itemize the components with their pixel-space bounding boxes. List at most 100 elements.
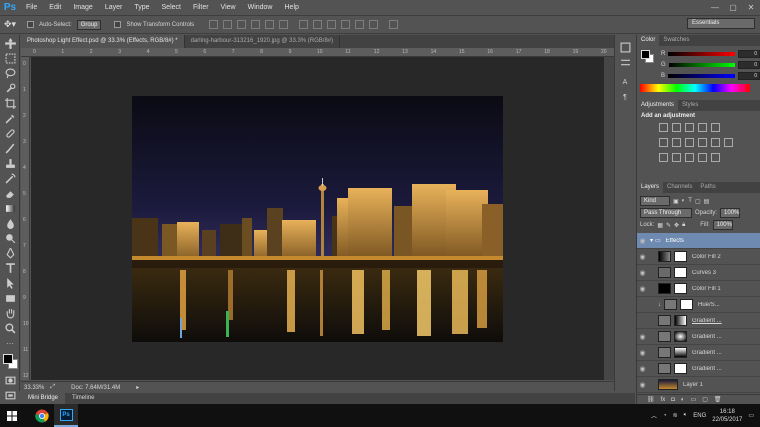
- visibility-eye-icon[interactable]: ◉: [637, 381, 648, 389]
- filter-shape-icon[interactable]: ▢: [695, 198, 701, 205]
- brush-tool-icon[interactable]: [3, 141, 17, 155]
- workspace-dropdown[interactable]: Essentials: [687, 18, 755, 29]
- character-panel-icon[interactable]: A: [618, 75, 632, 89]
- clone-stamp-tool-icon[interactable]: [3, 156, 17, 170]
- transform-controls-checkbox[interactable]: [114, 21, 122, 28]
- menu-window[interactable]: Window: [242, 0, 279, 15]
- lock-paint-icon[interactable]: ✎: [666, 222, 671, 229]
- align-top-icon[interactable]: [209, 20, 219, 29]
- type-tool-icon[interactable]: [3, 261, 17, 275]
- close-button[interactable]: ✕: [742, 0, 760, 15]
- tab-color[interactable]: Color: [637, 35, 660, 46]
- layer-row[interactable]: ◉ Curves 3: [637, 265, 760, 281]
- lock-all-icon[interactable]: 🔒︎: [682, 222, 685, 229]
- tab-adjustments[interactable]: Adjustments: [637, 100, 679, 111]
- notifications-icon[interactable]: ▭: [748, 412, 754, 419]
- color-slider-b[interactable]: B0: [637, 70, 760, 81]
- lock-pixels-icon[interactable]: ▦: [657, 222, 663, 229]
- layer-row[interactable]: ◉ Color Fill 2: [637, 249, 760, 265]
- dodge-tool-icon[interactable]: [3, 231, 17, 245]
- eraser-tool-icon[interactable]: [3, 186, 17, 200]
- chrome-taskbar-icon[interactable]: [30, 404, 54, 427]
- visibility-eye-icon[interactable]: ◉: [637, 333, 648, 341]
- opacity-input[interactable]: 100%: [720, 208, 741, 218]
- layer-group-effects[interactable]: ◉ ▾ ▭ Effects: [637, 233, 760, 249]
- status-arrow-icon[interactable]: ▸: [136, 384, 139, 391]
- layer-name[interactable]: Hue/S...: [698, 302, 720, 308]
- color-slider-r[interactable]: R0: [637, 48, 760, 59]
- curves-icon[interactable]: [685, 123, 694, 132]
- minimize-button[interactable]: —: [706, 0, 724, 15]
- zoom-tool-icon[interactable]: [3, 321, 17, 335]
- crop-tool-icon[interactable]: [3, 96, 17, 110]
- tab-darling-harbour[interactable]: darling-harbour-313216_1920.jpg @ 33.3% …: [185, 35, 341, 48]
- new-adjustment-icon[interactable]: ◐: [681, 397, 685, 403]
- color-fg-swatch[interactable]: [641, 50, 650, 59]
- layer-name[interactable]: Layer 1: [683, 382, 703, 388]
- blur-tool-icon[interactable]: [3, 216, 17, 230]
- properties-panel-icon[interactable]: [618, 55, 632, 69]
- hue-saturation-icon[interactable]: [659, 138, 668, 147]
- menu-image[interactable]: Image: [67, 0, 98, 15]
- hand-tool-icon[interactable]: [3, 306, 17, 320]
- distribute-middle-icon[interactable]: [313, 20, 323, 29]
- menu-edit[interactable]: Edit: [43, 0, 67, 15]
- maximize-button[interactable]: ▢: [724, 0, 742, 15]
- fill-input[interactable]: 100%: [712, 220, 733, 230]
- filter-smart-icon[interactable]: ▤: [704, 198, 710, 205]
- tab-timeline[interactable]: Timeline: [65, 393, 101, 404]
- visibility-eye-icon[interactable]: ◉: [637, 285, 648, 293]
- expand-group-icon[interactable]: ▾: [650, 237, 653, 244]
- menu-filter[interactable]: Filter: [187, 0, 215, 15]
- align-right-icon[interactable]: [279, 20, 289, 29]
- distribute-bottom-icon[interactable]: [327, 20, 337, 29]
- color-slider-g[interactable]: G0: [637, 59, 760, 70]
- volume-icon[interactable]: 🔈︎: [684, 412, 688, 419]
- wifi-icon[interactable]: ≋: [673, 412, 678, 419]
- pen-tool-icon[interactable]: [3, 246, 17, 260]
- healing-brush-tool-icon[interactable]: [3, 126, 17, 140]
- photo-filter-icon[interactable]: [698, 138, 707, 147]
- vibrance-icon[interactable]: [711, 123, 720, 132]
- foreground-color-swatch[interactable]: [3, 354, 13, 364]
- gradient-tool-icon[interactable]: [3, 201, 17, 215]
- distribute-left-icon[interactable]: [341, 20, 351, 29]
- marquee-tool-icon[interactable]: [3, 51, 17, 65]
- distribute-right-icon[interactable]: [369, 20, 379, 29]
- history-brush-tool-icon[interactable]: [3, 171, 17, 185]
- photoshop-taskbar-icon[interactable]: Ps: [54, 404, 78, 427]
- layer-row[interactable]: ◉ Gradient ...: [637, 345, 760, 361]
- layer-row[interactable]: ◉ Gradient ...: [637, 361, 760, 377]
- more-tools-icon[interactable]: ···: [3, 336, 17, 350]
- action-center-icon[interactable]: ◔: [663, 413, 667, 419]
- channel-mixer-icon[interactable]: [711, 138, 720, 147]
- brightness-contrast-icon[interactable]: [659, 123, 668, 132]
- new-layer-icon[interactable]: ▢: [702, 396, 708, 403]
- filter-pixel-icon[interactable]: ▣: [673, 198, 679, 205]
- tab-mini-bridge[interactable]: Mini Bridge: [21, 393, 66, 404]
- eyedropper-tool-icon[interactable]: [3, 111, 17, 125]
- blend-mode-dropdown[interactable]: Pass Through: [640, 208, 692, 218]
- align-bottom-icon[interactable]: [237, 20, 247, 29]
- auto-align-icon[interactable]: [389, 20, 399, 29]
- layer-row[interactable]: ◉ Layer 1: [637, 377, 760, 393]
- tab-swatches[interactable]: Swatches: [659, 35, 693, 46]
- export-icon[interactable]: ⤢: [50, 384, 55, 391]
- menu-view[interactable]: View: [215, 0, 242, 15]
- layer-name[interactable]: Gradient ...: [692, 334, 722, 340]
- color-lookup-icon[interactable]: [724, 138, 733, 147]
- color-spectrum[interactable]: [640, 84, 750, 92]
- visibility-eye-icon[interactable]: ◉: [637, 365, 648, 373]
- distribute-center-icon[interactable]: [355, 20, 365, 29]
- layer-name[interactable]: Color Fill 2: [692, 254, 721, 260]
- lasso-tool-icon[interactable]: [3, 66, 17, 80]
- document-image-night-city[interactable]: [132, 96, 503, 342]
- layer-filter-dropdown[interactable]: Kind: [640, 196, 670, 206]
- lock-position-icon[interactable]: ✥: [674, 222, 679, 229]
- path-selection-tool-icon[interactable]: [3, 276, 17, 290]
- layer-row[interactable]: ↓ Hue/S...: [637, 297, 760, 313]
- auto-select-dropdown[interactable]: Group: [76, 19, 102, 30]
- align-center-icon[interactable]: [265, 20, 275, 29]
- layer-name[interactable]: Color Fill 1: [692, 286, 721, 292]
- tab-photoshop-light-effect[interactable]: Photoshop Light Effect.psd @ 33.3% (Effe…: [21, 35, 185, 48]
